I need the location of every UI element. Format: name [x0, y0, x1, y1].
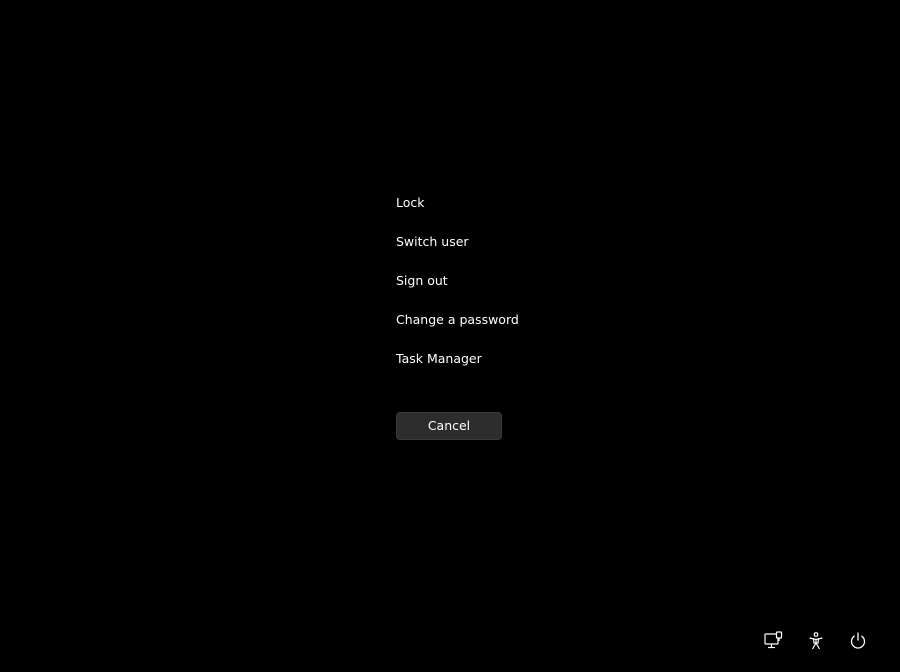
change-password-option[interactable]: Change a password: [396, 303, 616, 342]
power-icon[interactable]: [847, 630, 869, 652]
accessibility-icon[interactable]: [805, 630, 827, 652]
security-options-menu: Lock Switch user Sign out Change a passw…: [396, 186, 616, 381]
task-manager-option[interactable]: Task Manager: [396, 342, 616, 381]
network-icon[interactable]: [762, 630, 784, 652]
lock-option[interactable]: Lock: [396, 186, 616, 225]
switch-user-option[interactable]: Switch user: [396, 225, 616, 264]
security-options-screen: Lock Switch user Sign out Change a passw…: [0, 0, 900, 672]
cancel-button[interactable]: Cancel: [396, 412, 502, 440]
sign-out-option[interactable]: Sign out: [396, 264, 616, 303]
